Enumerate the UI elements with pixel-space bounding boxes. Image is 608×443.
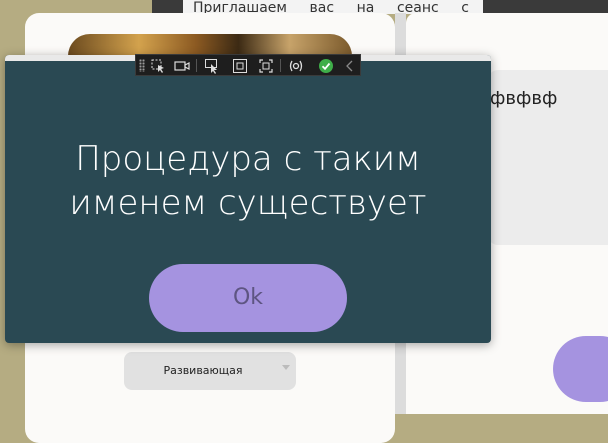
select-element-icon[interactable] xyxy=(150,58,166,74)
pointer-icon[interactable] xyxy=(204,58,220,74)
message-dialog: Процедура с таким именем существует Ok xyxy=(5,55,491,343)
track-focus-icon[interactable] xyxy=(258,58,274,74)
dialog-message: Процедура с таким именем существует xyxy=(5,137,491,225)
grip-icon[interactable] xyxy=(139,59,145,72)
description-text: фвфвф xyxy=(490,88,558,109)
toolbar-separator xyxy=(196,59,197,72)
dialog-message-line-1: Процедура с таким xyxy=(75,139,421,179)
toolbar-separator xyxy=(280,59,281,72)
xaml-runtime-toolbar xyxy=(135,54,361,76)
hot-reload-icon[interactable] xyxy=(288,58,304,74)
category-select-value: Развивающая xyxy=(163,364,243,377)
category-select[interactable]: Развивающая xyxy=(124,352,296,390)
dialog-message-line-2: именем существует xyxy=(69,183,427,223)
ok-button[interactable]: Ok xyxy=(149,264,347,332)
binding-check-icon[interactable] xyxy=(318,58,334,74)
collapse-chevron-icon[interactable] xyxy=(342,58,358,74)
camera-icon[interactable] xyxy=(174,58,190,74)
chevron-down-icon xyxy=(282,365,290,370)
invitation-text: Приглашаем вас на сеанс с xyxy=(183,0,483,14)
display-layout-icon[interactable] xyxy=(232,58,248,74)
